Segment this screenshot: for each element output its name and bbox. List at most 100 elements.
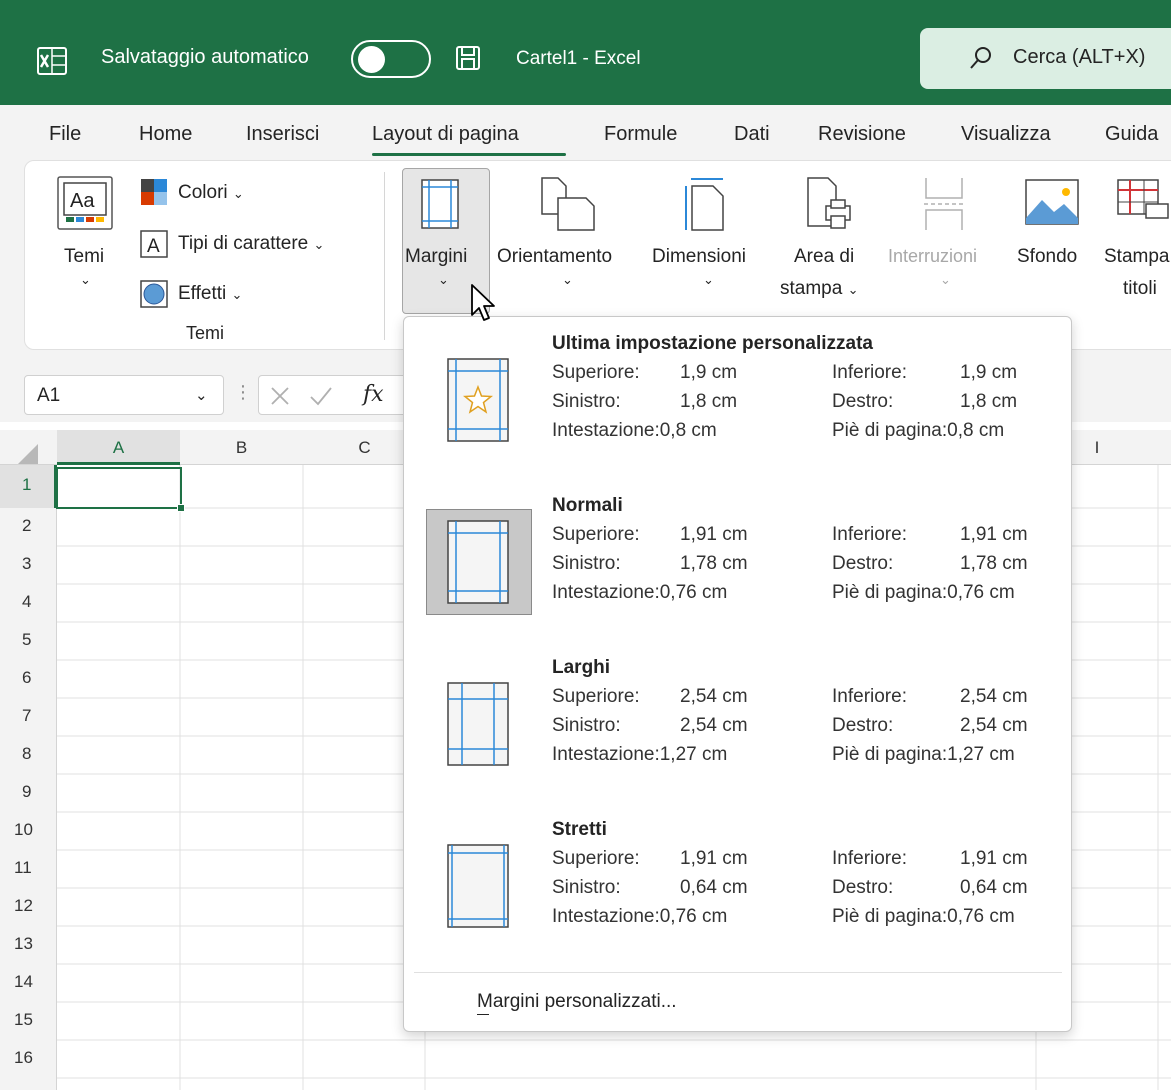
stampa-titoli-line1[interactable]: Stampa (1104, 246, 1169, 268)
option-title: Larghi (552, 657, 611, 678)
sinistro-label: Sinistro: (552, 877, 621, 898)
tab-visualizza[interactable]: Visualizza (961, 123, 1051, 146)
row-header-4[interactable]: 4 (0, 592, 50, 612)
row-header-11[interactable]: 11 (0, 858, 50, 878)
pie-di-pagina-text: Piè di pagina:1,27 cm (832, 744, 1015, 765)
pie-di-pagina-text: Piè di pagina:0,76 cm (832, 582, 1015, 603)
cancel-icon[interactable] (269, 385, 291, 407)
row-header-8[interactable]: 8 (0, 744, 50, 764)
tipi-carattere-button[interactable]: Tipi di carattere ⌄ (178, 233, 324, 255)
background-icon[interactable] (1024, 178, 1080, 226)
document-title: Cartel1 - Excel (516, 48, 641, 69)
inferiore-value: 2,54 cm (960, 686, 1028, 707)
chevron-down-icon[interactable]: ⌄ (562, 272, 573, 288)
sfondo-label[interactable]: Sfondo (1017, 246, 1077, 268)
themes-icon[interactable]: Aa (56, 175, 114, 231)
sinistro-value: 0,64 cm (680, 877, 748, 898)
margin-option-larghi[interactable]: Larghi Superiore: 2,54 cm Inferiore: 2,5… (404, 655, 1071, 805)
row-header-2[interactable]: 2 (0, 516, 50, 536)
destro-label: Destro: (832, 877, 894, 898)
column-header-b[interactable]: B (180, 438, 303, 458)
name-box[interactable]: A1 ⌄ (24, 375, 224, 415)
print-titles-icon[interactable] (1116, 178, 1171, 230)
tab-dati[interactable]: Dati (734, 123, 770, 146)
inferiore-label: Inferiore: (832, 686, 907, 707)
custom-margins-menu-item[interactable]: Margini personalizzati... (477, 991, 677, 1013)
superiore-label: Superiore: (552, 686, 640, 707)
svg-text:A: A (147, 236, 160, 257)
row-header-9[interactable]: 9 (0, 782, 50, 802)
sinistro-value: 2,54 cm (680, 715, 748, 736)
chevron-down-icon[interactable]: ⌄ (195, 386, 208, 404)
temi-label[interactable]: Temi (64, 246, 104, 268)
destro-label: Destro: (832, 553, 894, 574)
title-bar: Salvataggio automatico Cartel1 - Excel C… (0, 0, 1171, 105)
breaks-icon (924, 178, 964, 230)
effetti-button[interactable]: Effetti ⌄ (178, 283, 242, 305)
margin-option-normali[interactable]: Normali Superiore: 1,91 cm Inferiore: 1,… (404, 493, 1071, 643)
margini-label: Margini (405, 246, 468, 267)
intestazione-text: Intestazione:0,76 cm (552, 582, 728, 603)
orientation-icon[interactable] (540, 176, 596, 232)
enter-icon[interactable] (309, 385, 333, 407)
row-header-3[interactable]: 3 (0, 554, 50, 574)
row-header-16[interactable]: 16 (0, 1048, 50, 1068)
stampa-titoli-line2[interactable]: titoli (1123, 278, 1157, 300)
dimensioni-label[interactable]: Dimensioni (652, 246, 746, 268)
row-header-13[interactable]: 13 (0, 934, 50, 954)
chevron-down-icon[interactable]: ⌄ (80, 272, 91, 288)
sinistro-label: Sinistro: (552, 391, 621, 412)
tab-file[interactable]: File (49, 123, 81, 146)
chevron-down-icon: ⌄ (438, 272, 449, 287)
margin-option-stretti[interactable]: Stretti Superiore: 1,91 cm Inferiore: 1,… (404, 817, 1071, 967)
fill-handle[interactable] (177, 504, 185, 512)
search-box[interactable]: Cerca (ALT+X) (920, 28, 1171, 89)
fonts-icon: A (140, 230, 168, 258)
superiore-label: Superiore: (552, 848, 640, 869)
chevron-down-icon[interactable]: ⌄ (703, 272, 714, 288)
tab-guida[interactable]: Guida (1105, 123, 1158, 146)
tab-revisione[interactable]: Revisione (818, 123, 906, 146)
destro-value: 0,64 cm (960, 877, 1028, 898)
sinistro-label: Sinistro: (552, 553, 621, 574)
effetti-label: Effetti (178, 283, 227, 304)
tab-layout-di-pagina[interactable]: Layout di pagina (372, 123, 519, 146)
save-icon[interactable] (455, 45, 481, 71)
area-stampa-button[interactable]: stampa ⌄ (780, 278, 859, 300)
option-title: Ultima impostazione personalizzata (552, 333, 873, 354)
margin-option-last-custom[interactable]: Ultima impostazione personalizzata Super… (404, 331, 1071, 481)
autosave-toggle[interactable] (351, 40, 431, 78)
select-all-icon[interactable] (18, 444, 38, 464)
colori-button[interactable]: Colori ⌄ (178, 182, 244, 204)
ribbon-tabs: File Home Inserisci Layout di pagina For… (0, 105, 1171, 160)
intestazione-text: Intestazione:1,27 cm (552, 744, 728, 765)
active-cell-a1[interactable] (56, 467, 185, 512)
margins-icon (421, 179, 459, 229)
row-header-6[interactable]: 6 (0, 668, 50, 688)
page-margin-wide-icon (447, 682, 509, 766)
area-stampa-line1[interactable]: Area di (794, 246, 854, 268)
option-title: Stretti (552, 819, 607, 840)
destro-value: 1,8 cm (960, 391, 1018, 412)
tab-formule[interactable]: Formule (604, 123, 677, 146)
row-header-7[interactable]: 7 (0, 706, 50, 726)
sinistro-label: Sinistro: (552, 715, 621, 736)
row-header-15[interactable]: 15 (0, 1010, 50, 1030)
excel-logo-icon (37, 47, 67, 75)
tab-inserisci[interactable]: Inserisci (246, 123, 319, 146)
row-header-12[interactable]: 12 (0, 896, 50, 916)
more-options-icon[interactable]: ⋮ (234, 382, 252, 403)
chevron-down-icon: ⌄ (940, 272, 951, 287)
insert-function-icon[interactable]: fx (363, 382, 384, 407)
row-header-5[interactable]: 5 (0, 630, 50, 650)
row-header-1[interactable]: 1 (0, 475, 50, 495)
row-header-10[interactable]: 10 (0, 820, 50, 840)
orientamento-label[interactable]: Orientamento (497, 246, 612, 268)
tab-home[interactable]: Home (139, 123, 192, 146)
sinistro-value: 1,78 cm (680, 553, 748, 574)
sinistro-value: 1,8 cm (680, 391, 738, 412)
row-header-14[interactable]: 14 (0, 972, 50, 992)
size-icon[interactable] (683, 176, 729, 232)
column-header-a[interactable]: A (57, 438, 180, 458)
print-area-icon[interactable] (806, 176, 854, 232)
